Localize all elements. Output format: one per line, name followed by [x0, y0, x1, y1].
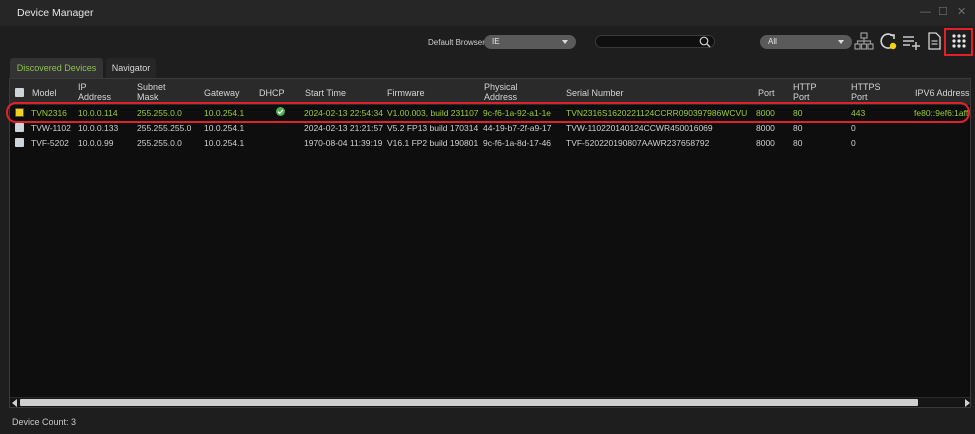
column-header[interactable]: Gateway — [204, 88, 240, 98]
cell-model: TVW-1102 — [31, 123, 71, 133]
column-header[interactable]: IP Address — [78, 82, 111, 102]
add-list-icon[interactable] — [900, 30, 922, 52]
filter-value: All — [768, 37, 777, 46]
title-bar: Device Manager — ☐ ✕ — [0, 0, 975, 26]
column-header[interactable]: Physical Address — [484, 82, 518, 102]
cell-gateway: 10.0.254.1 — [204, 123, 245, 133]
column-header[interactable]: IPV6 Address — [915, 88, 970, 98]
tab-navigator[interactable]: Navigator — [106, 58, 156, 78]
document-icon[interactable] — [923, 30, 945, 52]
column-header[interactable]: HTTP Port — [793, 82, 817, 102]
cell-gateway: 10.0.254.1 — [204, 138, 245, 148]
tab-discovered-devices[interactable]: Discovered Devices — [10, 58, 103, 78]
cell-firmware: V16.1 FP2 build 190801 — [387, 138, 479, 148]
close-icon[interactable]: ✕ — [957, 6, 966, 18]
table-row[interactable]: TVW-1102 10.0.0.133 255.255.255.0 10.0.2… — [10, 121, 970, 136]
refresh-icon[interactable] — [877, 30, 899, 52]
cell-start-time: 2024-02-13 21:21:57 — [304, 123, 383, 133]
search-input[interactable] — [595, 35, 715, 48]
chevron-down-icon — [562, 40, 568, 44]
cell-ip: 10.0.0.99 — [78, 138, 114, 148]
cell-mac: 9c-f6-1a-8d-17-46 — [483, 138, 552, 148]
cell-port: 8000 — [756, 123, 775, 133]
cell-ip: 10.0.0.133 — [78, 123, 119, 133]
select-all-checkbox[interactable] — [15, 88, 24, 97]
device-manager-window: Device Manager — ☐ ✕ Default Browser IE … — [0, 0, 975, 434]
device-table: Model IP Address Subnet Mask Gateway DHCP … — [9, 78, 971, 408]
cell-model: TVF-5202 — [31, 138, 69, 148]
cell-start-time: 1970-08-04 11:39:19 — [304, 138, 383, 148]
row-checkbox[interactable] — [15, 138, 24, 147]
default-browser-label: Default Browser — [428, 38, 485, 47]
cell-serial: TVF-520220190807AAWR237658792 — [566, 138, 710, 148]
minimize-icon[interactable]: — — [920, 6, 931, 18]
column-header[interactable]: Serial Number — [566, 88, 624, 98]
column-header[interactable]: Firmware — [387, 88, 425, 98]
maximize-icon[interactable]: ☐ — [938, 6, 948, 18]
search-icon — [699, 36, 711, 48]
selected-row-highlight — [6, 102, 970, 123]
table-row[interactable]: TVF-5202 10.0.0.99 255.255.0.0 10.0.254.… — [10, 136, 970, 151]
column-header[interactable]: HTTPS Port — [851, 82, 881, 102]
cell-serial: TVW-110220140124CCWR450016069 — [566, 123, 713, 133]
column-header[interactable]: Port — [758, 88, 775, 98]
filter-select[interactable]: All — [760, 35, 852, 49]
cell-http: 80 — [793, 138, 803, 148]
cell-https: 0 — [851, 123, 856, 133]
default-browser-select[interactable]: IE — [484, 35, 576, 49]
cell-firmware: V5.2 FP13 build 170314 — [387, 123, 479, 133]
cell-mask: 255.255.0.0 — [137, 138, 182, 148]
window-title: Device Manager — [17, 7, 94, 19]
scroll-right-icon[interactable] — [965, 399, 970, 407]
scroll-left-icon[interactable] — [12, 399, 17, 407]
network-topology-icon[interactable] — [853, 30, 875, 52]
cell-mask: 255.255.255.0 — [137, 123, 192, 133]
scrollbar-thumb[interactable] — [20, 399, 918, 406]
cell-port: 8000 — [756, 138, 775, 148]
cell-https: 0 — [851, 138, 856, 148]
horizontal-scrollbar[interactable] — [10, 397, 970, 407]
cell-http: 80 — [793, 123, 803, 133]
column-header[interactable]: Start Time — [305, 88, 346, 98]
column-header[interactable]: Subnet Mask — [137, 82, 166, 102]
column-header[interactable]: Model — [32, 88, 57, 98]
row-checkbox[interactable] — [15, 123, 24, 132]
grid-icon-highlight — [944, 28, 973, 56]
column-header[interactable]: DHCP — [259, 88, 285, 98]
device-count: Device Count: 3 — [12, 417, 77, 427]
default-browser-value: IE — [492, 37, 500, 46]
chevron-down-icon — [838, 40, 844, 44]
cell-mac: 44-19-b7-2f-a9-17 — [483, 123, 552, 133]
